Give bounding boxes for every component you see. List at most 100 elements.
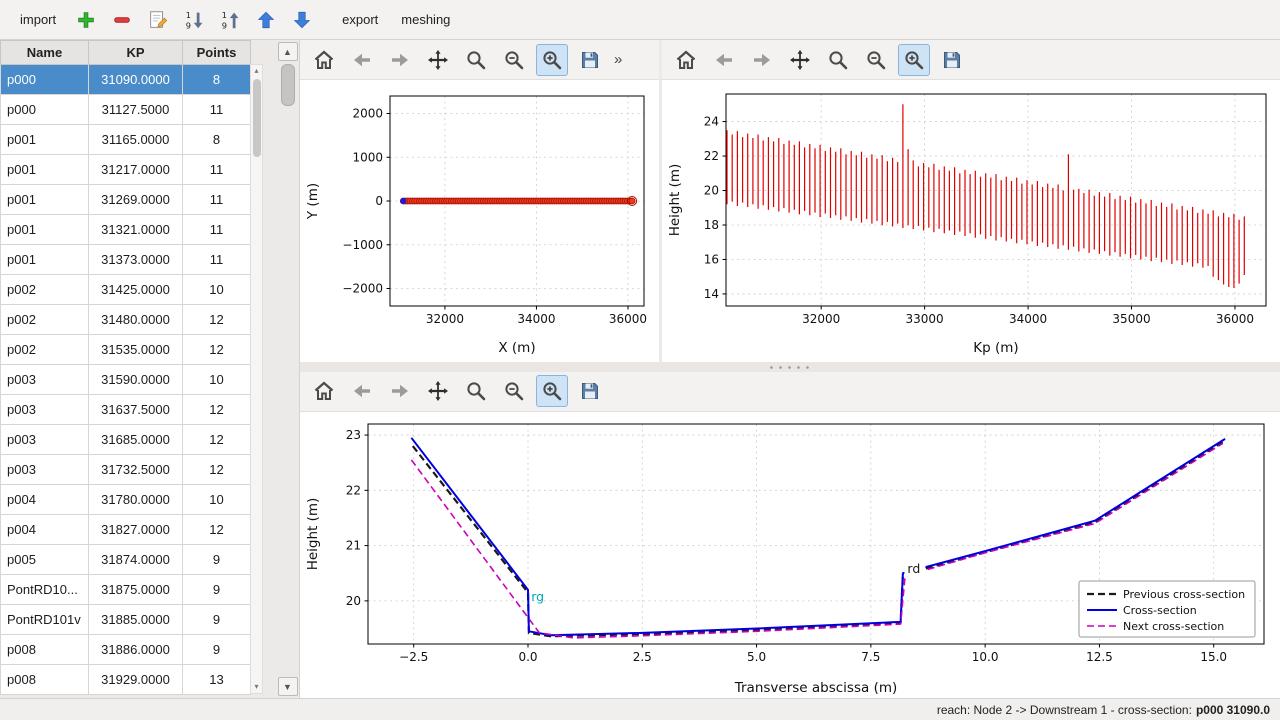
cell-kp[interactable]: 31269.0000 xyxy=(89,185,183,215)
cell-kp[interactable]: 31480.0000 xyxy=(89,305,183,335)
cell-name[interactable]: p000 xyxy=(1,95,89,125)
move-up-button[interactable] xyxy=(249,5,282,35)
panel-scroll-up-button[interactable]: ▲ xyxy=(278,42,298,61)
cell-name[interactable]: p002 xyxy=(1,335,89,365)
table-row[interactable]: p00131373.000011 xyxy=(1,245,251,275)
cell-name[interactable]: p001 xyxy=(1,245,89,275)
table-scrollbar-thumb[interactable] xyxy=(253,79,261,157)
cell-name[interactable]: p005 xyxy=(1,545,89,575)
cell-pts[interactable]: 11 xyxy=(183,245,251,275)
save-button[interactable] xyxy=(936,44,968,76)
table-row[interactable]: p00431827.000012 xyxy=(1,515,251,545)
cell-name[interactable]: PontRD10... xyxy=(1,575,89,605)
edit-section-button[interactable] xyxy=(141,5,174,35)
panel-scrollbar-track[interactable] xyxy=(278,61,298,677)
cell-kp[interactable]: 31373.0000 xyxy=(89,245,183,275)
zoom-out-button[interactable] xyxy=(498,44,530,76)
meshing-button[interactable]: meshing xyxy=(391,6,460,33)
move-down-button[interactable] xyxy=(285,5,318,35)
column-header-kp[interactable]: KP xyxy=(89,41,183,65)
table-row[interactable]: p00231535.000012 xyxy=(1,335,251,365)
column-header-name[interactable]: Name xyxy=(1,41,89,65)
cross-section-plot[interactable]: −2.50.02.55.07.510.012.515.020212223Tran… xyxy=(300,412,1278,698)
back-button[interactable] xyxy=(346,375,378,407)
cell-pts[interactable]: 11 xyxy=(183,185,251,215)
cell-pts[interactable]: 12 xyxy=(183,425,251,455)
table-row[interactable]: p00231425.000010 xyxy=(1,275,251,305)
cell-name[interactable]: p002 xyxy=(1,275,89,305)
panel-scrollbar-thumb[interactable] xyxy=(281,64,295,106)
cell-kp[interactable]: 31090.0000 xyxy=(89,65,183,95)
cell-kp[interactable]: 31886.0000 xyxy=(89,635,183,665)
cell-pts[interactable]: 11 xyxy=(183,155,251,185)
cell-kp[interactable]: 31637.5000 xyxy=(89,395,183,425)
cell-name[interactable]: p003 xyxy=(1,395,89,425)
cell-kp[interactable]: 31732.5000 xyxy=(89,455,183,485)
table-row[interactable]: p00531874.00009 xyxy=(1,545,251,575)
cell-name[interactable]: p003 xyxy=(1,425,89,455)
cell-pts[interactable]: 9 xyxy=(183,635,251,665)
cell-pts[interactable]: 13 xyxy=(183,665,251,695)
home-button[interactable] xyxy=(670,44,702,76)
cell-pts[interactable]: 12 xyxy=(183,515,251,545)
cell-pts[interactable]: 12 xyxy=(183,305,251,335)
cell-kp[interactable]: 31929.0000 xyxy=(89,665,183,695)
table-row[interactable]: p00331637.500012 xyxy=(1,395,251,425)
cell-pts[interactable]: 9 xyxy=(183,575,251,605)
home-button[interactable] xyxy=(308,375,340,407)
table-row[interactable]: p00831886.00009 xyxy=(1,635,251,665)
cell-pts[interactable]: 10 xyxy=(183,485,251,515)
cell-kp[interactable]: 31780.0000 xyxy=(89,485,183,515)
zoom-rect-button[interactable] xyxy=(460,375,492,407)
cell-name[interactable]: p000 xyxy=(1,65,89,95)
cell-pts[interactable]: 9 xyxy=(183,605,251,635)
table-row[interactable]: p00831929.000013 xyxy=(1,665,251,695)
table-row[interactable]: p00131269.000011 xyxy=(1,185,251,215)
cell-name[interactable]: p002 xyxy=(1,305,89,335)
zoom-out-button[interactable] xyxy=(498,375,530,407)
cell-kp[interactable]: 31590.0000 xyxy=(89,365,183,395)
cell-name[interactable]: p003 xyxy=(1,455,89,485)
plots-splitter[interactable] xyxy=(300,362,1280,372)
cell-pts[interactable]: 10 xyxy=(183,365,251,395)
back-button[interactable] xyxy=(346,44,378,76)
add-section-button[interactable] xyxy=(69,5,102,35)
cell-name[interactable]: p001 xyxy=(1,185,89,215)
panel-scrollbar[interactable]: ▲ ▼ xyxy=(277,42,298,696)
zoom-in-button[interactable] xyxy=(536,44,568,76)
import-button[interactable]: import xyxy=(10,6,66,33)
zoom-out-button[interactable] xyxy=(860,44,892,76)
table-scrollbar-track[interactable] xyxy=(251,77,262,681)
cell-kp[interactable]: 31875.0000 xyxy=(89,575,183,605)
table-row[interactable]: p00131165.00008 xyxy=(1,125,251,155)
longitudinal-profile-plot[interactable]: 3200033000340003500036000141618202224Kp … xyxy=(662,80,1280,360)
zoom-in-button[interactable] xyxy=(898,44,930,76)
cell-kp[interactable]: 31885.0000 xyxy=(89,605,183,635)
forward-button[interactable] xyxy=(384,44,416,76)
forward-button[interactable] xyxy=(746,44,778,76)
toolbar-overflow-chevron[interactable]: » xyxy=(606,51,622,68)
cell-kp[interactable]: 31165.0000 xyxy=(89,125,183,155)
sort-ascending-button[interactable]: 1 9 xyxy=(213,5,246,35)
panel-scroll-down-button[interactable]: ▼ xyxy=(278,677,298,696)
cell-pts[interactable]: 10 xyxy=(183,275,251,305)
cell-kp[interactable]: 31425.0000 xyxy=(89,275,183,305)
cell-pts[interactable]: 12 xyxy=(183,335,251,365)
cell-kp[interactable]: 31127.5000 xyxy=(89,95,183,125)
table-row[interactable]: p00031090.00008 xyxy=(1,65,251,95)
forward-button[interactable] xyxy=(384,375,416,407)
cell-pts[interactable]: 12 xyxy=(183,455,251,485)
table-row[interactable]: p00331732.500012 xyxy=(1,455,251,485)
zoom-in-button[interactable] xyxy=(536,375,568,407)
cell-kp[interactable]: 31535.0000 xyxy=(89,335,183,365)
cell-kp[interactable]: 31685.0000 xyxy=(89,425,183,455)
save-button[interactable] xyxy=(574,44,606,76)
cell-name[interactable]: p001 xyxy=(1,215,89,245)
cell-name[interactable]: p004 xyxy=(1,485,89,515)
table-scrollbar[interactable]: ▴ ▾ xyxy=(250,64,263,694)
cell-name[interactable]: p001 xyxy=(1,125,89,155)
sort-descending-button[interactable]: 1 9 xyxy=(177,5,210,35)
cell-kp[interactable]: 31827.0000 xyxy=(89,515,183,545)
cell-pts[interactable]: 8 xyxy=(183,125,251,155)
table-scroll-up-button[interactable]: ▴ xyxy=(254,65,258,77)
